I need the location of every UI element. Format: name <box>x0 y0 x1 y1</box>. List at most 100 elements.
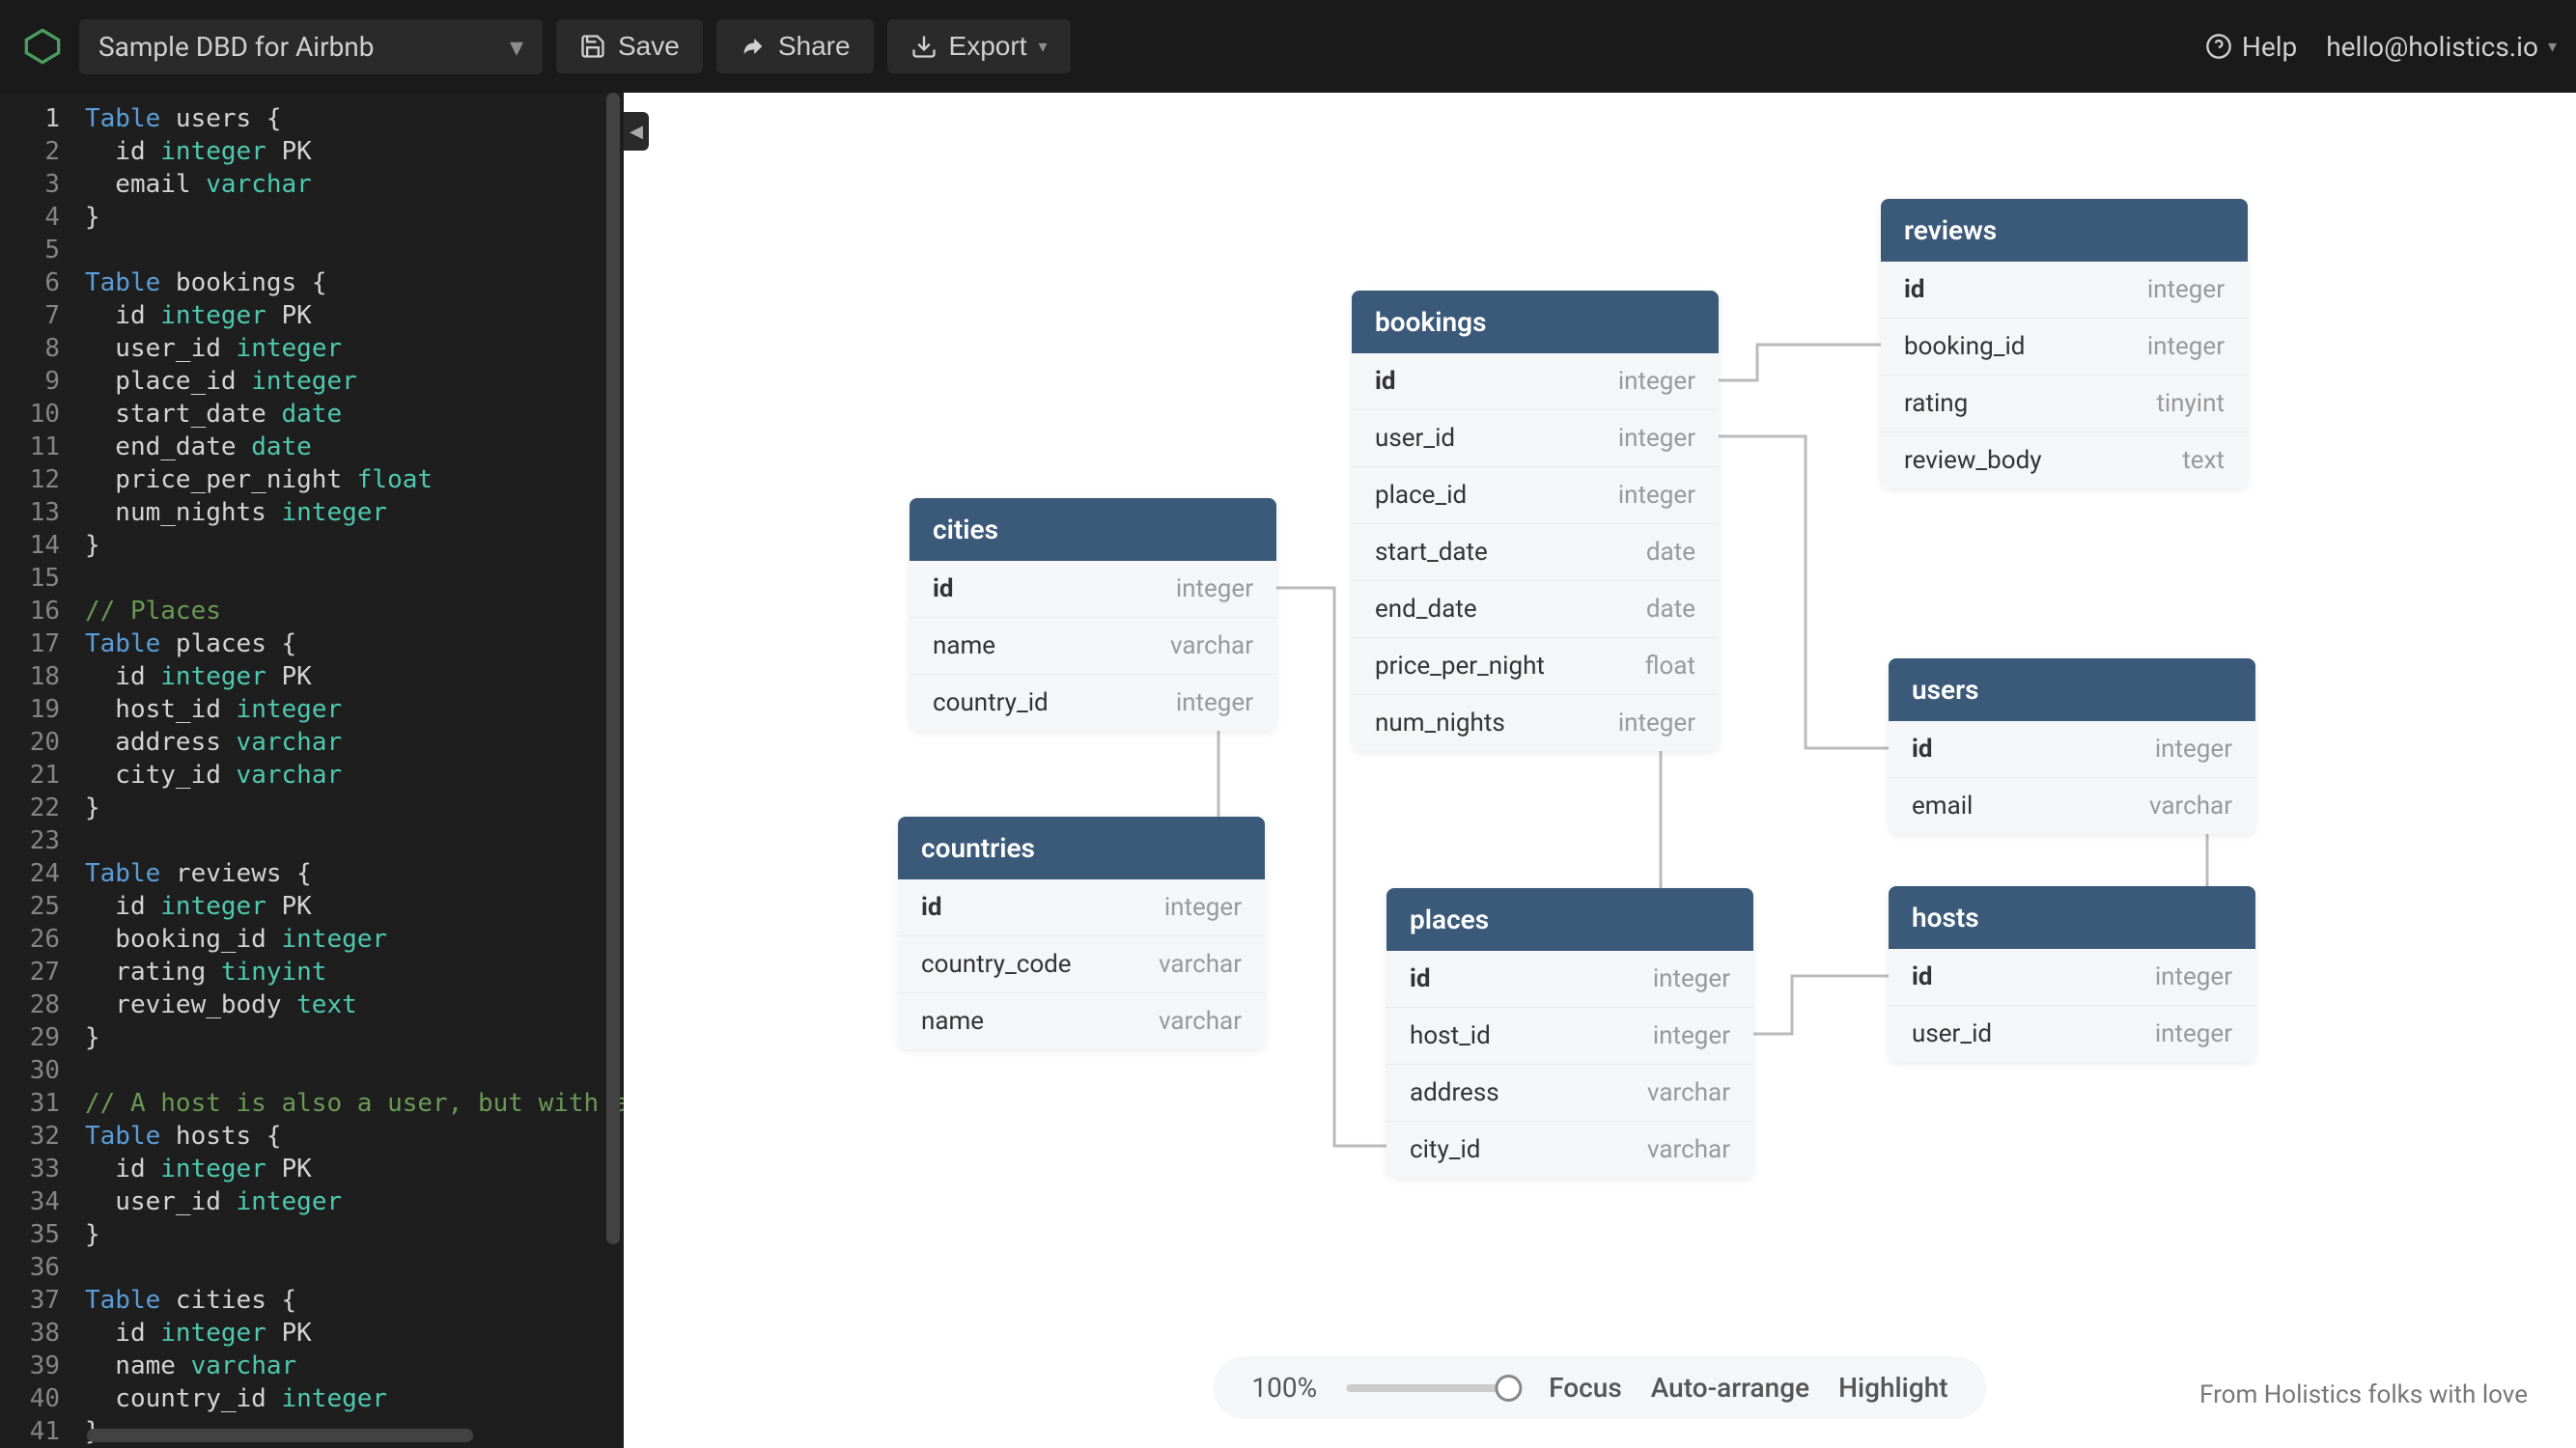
column-type: integer <box>2155 735 2232 764</box>
column-type: integer <box>2155 1019 2232 1048</box>
column-name: id <box>1904 275 1925 304</box>
column-name: user_id <box>1912 1019 1992 1048</box>
table-header[interactable]: cities <box>910 498 1276 561</box>
table-hosts[interactable]: hostsidinteger user_id integer <box>1889 886 2255 1062</box>
table-countries[interactable]: countriesidinteger country_code varchar nam… <box>898 817 1265 1049</box>
table-bookings[interactable]: bookingsidintegeruser_idintegerplace_idi… <box>1352 291 1719 751</box>
column-type: integer <box>1618 481 1695 510</box>
table-header[interactable]: hosts <box>1889 886 2255 949</box>
column-name: rating <box>1904 389 1968 418</box>
table-row[interactable]: emailvarchar <box>1889 778 2255 834</box>
share-button[interactable]: Share <box>716 19 874 73</box>
code-body[interactable]: Table users { id integer PK email varcha… <box>77 93 624 1448</box>
table-row[interactable]: id integer <box>910 561 1276 618</box>
highlight-button[interactable]: Highlight <box>1838 1372 1947 1404</box>
table-row[interactable]: country_code varchar <box>898 936 1265 993</box>
table-users[interactable]: users id integer emailvarchar <box>1889 658 2255 834</box>
editor-scrollbar-horizontal[interactable] <box>87 1429 473 1442</box>
collapse-editor-toggle[interactable]: ◀ <box>624 112 649 151</box>
column-name: id <box>1410 964 1431 993</box>
focus-button[interactable]: Focus <box>1549 1372 1622 1404</box>
table-row[interactable]: id integer <box>1881 262 2248 319</box>
table-row[interactable]: start_datedate <box>1352 524 1719 581</box>
column-name: end_date <box>1375 595 1477 624</box>
auto-arrange-button[interactable]: Auto-arrange <box>1651 1372 1809 1404</box>
column-name: id <box>1912 735 1933 764</box>
table-row[interactable]: idinteger <box>1889 949 2255 1006</box>
table-row[interactable]: namevarchar <box>910 618 1276 675</box>
column-name: user_id <box>1375 424 1455 453</box>
column-type: integer <box>1176 574 1253 603</box>
column-type: integer <box>1618 709 1695 738</box>
column-name: name <box>921 1007 984 1036</box>
column-type: varchar <box>1647 1135 1730 1164</box>
column-name: price_per_night <box>1375 652 1545 681</box>
column-name: start_date <box>1375 538 1488 567</box>
column-name: country_code <box>921 950 1072 979</box>
table-row[interactable]: namevarchar <box>898 993 1265 1049</box>
column-type: integer <box>1653 964 1730 993</box>
canvas-controls: 100% Focus Auto-arrange Highlight <box>1213 1356 1986 1419</box>
column-name: id <box>933 574 954 603</box>
table-row[interactable]: price_per_night float <box>1352 638 1719 695</box>
column-name: id <box>1375 367 1396 396</box>
table-header[interactable]: reviews <box>1881 199 2248 262</box>
table-row[interactable]: user_id integer <box>1889 1006 2255 1062</box>
save-button[interactable]: Save <box>556 19 703 73</box>
column-type: integer <box>1618 367 1695 396</box>
column-type: integer <box>1653 1021 1730 1050</box>
export-button[interactable]: Export ▾ <box>887 19 1071 73</box>
table-row[interactable]: addressvarchar <box>1386 1065 1753 1122</box>
code-editor[interactable]: 1234567891011121314151617181920212223242… <box>0 93 624 1448</box>
table-header[interactable]: countries <box>898 817 1265 879</box>
project-title-dropdown[interactable]: Sample DBD for Airbnb ▾ <box>79 19 543 74</box>
table-header[interactable]: users <box>1889 658 2255 721</box>
editor-scrollbar-vertical[interactable] <box>604 93 620 1448</box>
share-label: Share <box>778 31 851 62</box>
column-name: city_id <box>1410 1135 1480 1164</box>
table-cities[interactable]: cities id integer namevarcharcountry_idinte… <box>910 498 1276 731</box>
column-type: integer <box>1176 688 1253 717</box>
table-reviews[interactable]: reviews id integer booking_idintegerratingt… <box>1881 199 2248 488</box>
diagram-canvas[interactable]: bookingsidintegeruser_idintegerplace_idi… <box>624 93 2576 1448</box>
help-label: Help <box>2242 31 2297 63</box>
line-gutter: 1234567891011121314151617181920212223242… <box>0 93 77 1448</box>
column-type: integer <box>2147 275 2225 304</box>
table-row[interactable]: end_date date <box>1352 581 1719 638</box>
column-type: float <box>1645 652 1695 681</box>
save-icon <box>579 33 606 60</box>
table-row[interactable]: booking_idinteger <box>1881 319 2248 376</box>
column-name: num_nights <box>1375 709 1505 738</box>
table-header[interactable]: bookings <box>1352 291 1719 353</box>
column-type: varchar <box>2149 792 2232 821</box>
column-type: varchar <box>1170 631 1253 660</box>
table-header[interactable]: places <box>1386 888 1753 951</box>
app-logo[interactable] <box>19 23 66 70</box>
table-row[interactable]: review_bodytext <box>1881 432 2248 488</box>
table-row[interactable]: host_idinteger <box>1386 1008 1753 1065</box>
table-row[interactable]: city_id varchar <box>1386 1122 1753 1178</box>
chevron-down-icon: ▾ <box>510 31 523 63</box>
download-icon <box>910 33 938 60</box>
zoom-slider[interactable] <box>1346 1384 1520 1392</box>
column-type: date <box>1646 595 1695 624</box>
table-row[interactable]: idinteger <box>898 879 1265 936</box>
chevron-down-icon: ▾ <box>2548 37 2557 57</box>
table-row[interactable]: num_nights integer <box>1352 695 1719 751</box>
share-icon <box>740 33 767 60</box>
column-type: varchar <box>1159 950 1242 979</box>
table-row[interactable]: id integer <box>1889 721 2255 778</box>
table-row[interactable]: country_idinteger <box>910 675 1276 731</box>
editor-scrollbar-thumb[interactable] <box>606 93 620 1244</box>
table-row[interactable]: place_id integer <box>1352 467 1719 524</box>
table-places[interactable]: placesidintegerhost_idintegeraddressvarc… <box>1386 888 1753 1178</box>
column-name: place_id <box>1375 481 1467 510</box>
column-type: integer <box>1618 424 1695 453</box>
user-menu[interactable]: hello@holistics.io ▾ <box>2326 31 2557 63</box>
zoom-slider-thumb[interactable] <box>1495 1375 1522 1402</box>
table-row[interactable]: id integer <box>1352 353 1719 410</box>
table-row[interactable]: user_id integer <box>1352 410 1719 467</box>
table-row[interactable]: id integer <box>1386 951 1753 1008</box>
help-link[interactable]: Help <box>2205 31 2297 63</box>
table-row[interactable]: ratingtinyint <box>1881 376 2248 432</box>
